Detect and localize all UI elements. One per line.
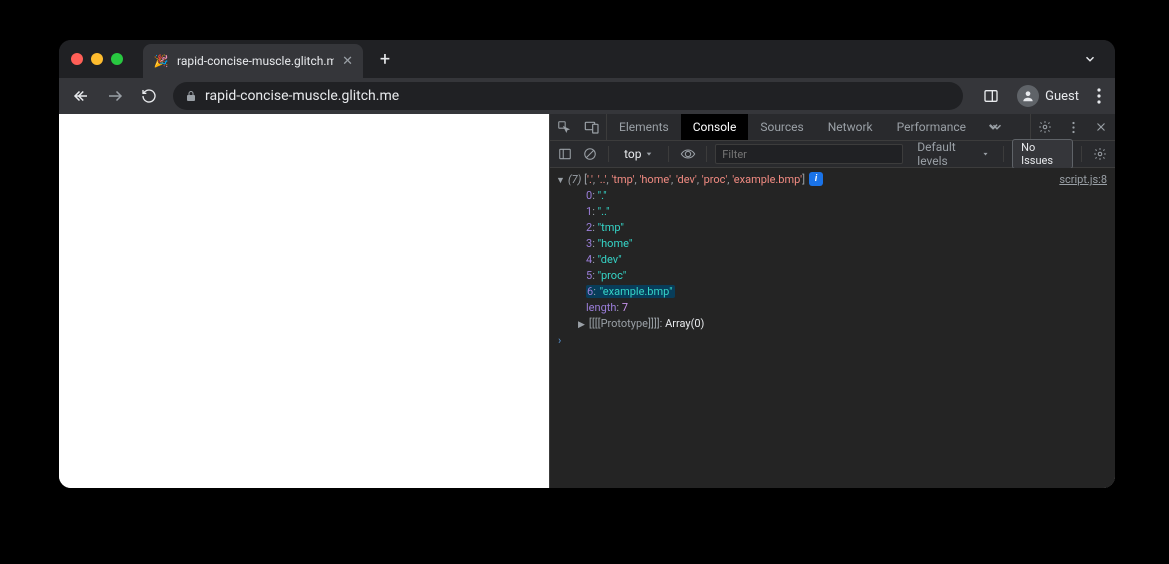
tab-close-button[interactable]: ✕ [342, 54, 353, 69]
levels-label: Default levels [917, 140, 980, 168]
array-entry-row: 4: "dev" [550, 252, 1115, 268]
avatar-icon [1017, 85, 1039, 107]
page-viewport[interactable] [59, 114, 549, 488]
more-tabs-button[interactable] [978, 114, 1012, 140]
side-panel-button[interactable] [977, 82, 1005, 110]
forward-button[interactable] [101, 82, 129, 110]
console-sidebar-toggle[interactable] [554, 147, 575, 161]
issues-button[interactable]: No Issues [1012, 139, 1073, 169]
length-row: length: 7 [550, 300, 1115, 316]
titlebar: 🎉 rapid-concise-muscle.glitch.m ✕ + [59, 40, 1115, 78]
summary-item: 'dev' [676, 173, 697, 186]
execution-context-selector[interactable]: top [617, 144, 660, 164]
devtools-panel: Elements Console Sources Network Perform… [549, 114, 1115, 488]
filter-input[interactable] [715, 144, 903, 164]
array-summary: (7) ['.', '..', 'tmp', 'home', 'dev', 'p… [568, 172, 805, 188]
inspect-element-button[interactable] [550, 114, 578, 140]
tab-title: rapid-concise-muscle.glitch.m [177, 54, 334, 68]
profile-label: Guest [1045, 89, 1079, 104]
expand-caret-icon[interactable]: ▼ [556, 173, 565, 189]
window-controls [71, 53, 135, 65]
tab-console[interactable]: Console [681, 114, 749, 140]
clear-console-button[interactable] [579, 147, 600, 161]
filter-field[interactable] [715, 144, 903, 164]
favicon-icon: 🎉 [153, 53, 169, 69]
array-entry-row: 2: "tmp" [550, 220, 1115, 236]
array-entry-row: 6: "example.bmp" [550, 284, 1115, 300]
content-area: Elements Console Sources Network Perform… [59, 114, 1115, 488]
maximize-window-button[interactable] [111, 53, 123, 65]
summary-item: '..' [598, 173, 607, 186]
log-levels-selector[interactable]: Default levels [911, 140, 995, 168]
devtools-menu-button[interactable] [1059, 114, 1087, 140]
tab-elements[interactable]: Elements [607, 114, 681, 140]
console-settings-button[interactable] [1090, 147, 1111, 161]
lock-icon [185, 90, 197, 102]
address-bar[interactable]: rapid-concise-muscle.glitch.me [173, 82, 963, 110]
array-entry-row: 5: "proc" [550, 268, 1115, 284]
minimize-window-button[interactable] [91, 53, 103, 65]
tabs-dropdown-button[interactable] [1083, 52, 1103, 66]
devtools-tabs: Elements Console Sources Network Perform… [550, 114, 1115, 141]
summary-item: 'example.bmp' [732, 173, 802, 186]
device-toolbar-button[interactable] [578, 114, 606, 140]
summary-item: 'tmp' [611, 173, 634, 186]
devtools-settings-button[interactable] [1031, 114, 1059, 140]
array-entry-row: 3: "home" [550, 236, 1115, 252]
live-expression-button[interactable] [677, 148, 698, 160]
info-badge-icon[interactable]: i [809, 172, 823, 186]
tab-sources[interactable]: Sources [748, 114, 815, 140]
reload-button[interactable] [135, 82, 163, 110]
url-text: rapid-concise-muscle.glitch.me [205, 88, 399, 104]
array-entry-row: 1: ".." [550, 204, 1115, 220]
close-window-button[interactable] [71, 53, 83, 65]
browser-tab[interactable]: 🎉 rapid-concise-muscle.glitch.m ✕ [143, 44, 363, 78]
log-summary-row[interactable]: ▼ (7) ['.', '..', 'tmp', 'home', 'dev', … [550, 172, 1115, 188]
context-label: top [624, 147, 641, 161]
browser-menu-button[interactable] [1091, 88, 1107, 104]
console-prompt[interactable]: › [550, 333, 1115, 349]
console-toolbar: top Default levels No Issues [550, 141, 1115, 168]
browser-window: 🎉 rapid-concise-muscle.glitch.m ✕ + rapi… [59, 40, 1115, 488]
proto-caret-icon[interactable]: ▶ [578, 320, 585, 330]
prototype-row[interactable]: ▶[[[[Prototype]]]]: Array(0) [550, 316, 1115, 333]
summary-item: 'proc' [702, 173, 728, 186]
back-button[interactable] [67, 82, 95, 110]
array-entry-row: 0: "." [550, 188, 1115, 204]
devtools-close-button[interactable] [1087, 114, 1115, 140]
profile-button[interactable]: Guest [1009, 83, 1087, 109]
source-link[interactable]: script.js:8 [1049, 172, 1107, 188]
tab-performance[interactable]: Performance [885, 114, 978, 140]
console-output[interactable]: ▼ (7) ['.', '..', 'tmp', 'home', 'dev', … [550, 168, 1115, 488]
new-tab-button[interactable]: + [371, 45, 399, 73]
summary-item: 'home' [639, 173, 671, 186]
tab-network[interactable]: Network [816, 114, 885, 140]
address-bar-row: rapid-concise-muscle.glitch.me Guest [59, 78, 1115, 114]
